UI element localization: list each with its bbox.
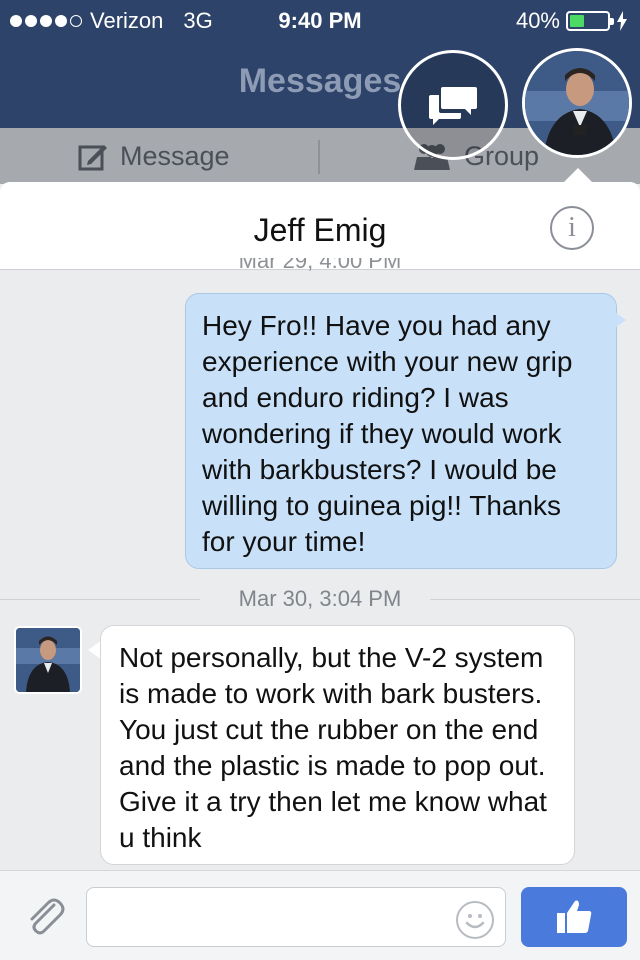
like-button[interactable]	[521, 887, 627, 947]
paperclip-icon	[30, 898, 65, 935]
emoji-button[interactable]	[456, 901, 494, 939]
status-right: 40%	[516, 8, 628, 34]
message-timestamp-text: Mar 30, 3:04 PM	[218, 586, 422, 611]
previous-timestamp-text: Mar 29, 4:00 PM	[238, 258, 402, 272]
attach-button[interactable]	[24, 895, 68, 939]
chat-heads-button[interactable]	[398, 50, 508, 160]
charging-bolt-icon	[617, 11, 627, 31]
info-button[interactable]: i	[550, 206, 594, 250]
battery-percent: 40%	[515, 8, 560, 33]
compose-icon	[78, 145, 107, 171]
sender-avatar[interactable]	[14, 626, 82, 694]
thumbs-up-icon	[557, 900, 592, 933]
conversation-panel: Jeff Emig i Mar 29, 4:00 PM Hey Fro!! Ha…	[0, 182, 640, 960]
contact-name: Jeff Emig	[253, 212, 387, 248]
battery-nub	[610, 18, 614, 25]
contact-chat-head-avatar[interactable]	[522, 48, 632, 158]
smiley-icon	[465, 914, 485, 929]
new-message-button[interactable]: Message	[78, 128, 230, 184]
outgoing-message[interactable]: Hey Fro!! Have you had any experience wi…	[185, 293, 617, 569]
segment-divider	[318, 140, 320, 174]
status-bar: Verizon 3G 9:40 PM 40%	[0, 0, 640, 40]
outgoing-message-tail	[612, 310, 626, 330]
chat-bubbles-icon	[429, 87, 477, 125]
message-label: Message	[120, 140, 230, 171]
composer-bar	[0, 870, 640, 960]
message-input[interactable]	[86, 887, 506, 947]
avatar-photo	[16, 628, 80, 692]
conversation-header: Jeff Emig i	[0, 182, 640, 270]
info-icon: i	[568, 212, 576, 243]
battery-icon	[566, 11, 614, 31]
previous-timestamp: Mar 29, 4:00 PM	[0, 258, 640, 272]
incoming-message[interactable]: Not personally, but the V-2 system is ma…	[100, 625, 575, 865]
message-timestamp: Mar 30, 3:04 PM	[0, 586, 640, 612]
battery-fill	[570, 15, 584, 27]
